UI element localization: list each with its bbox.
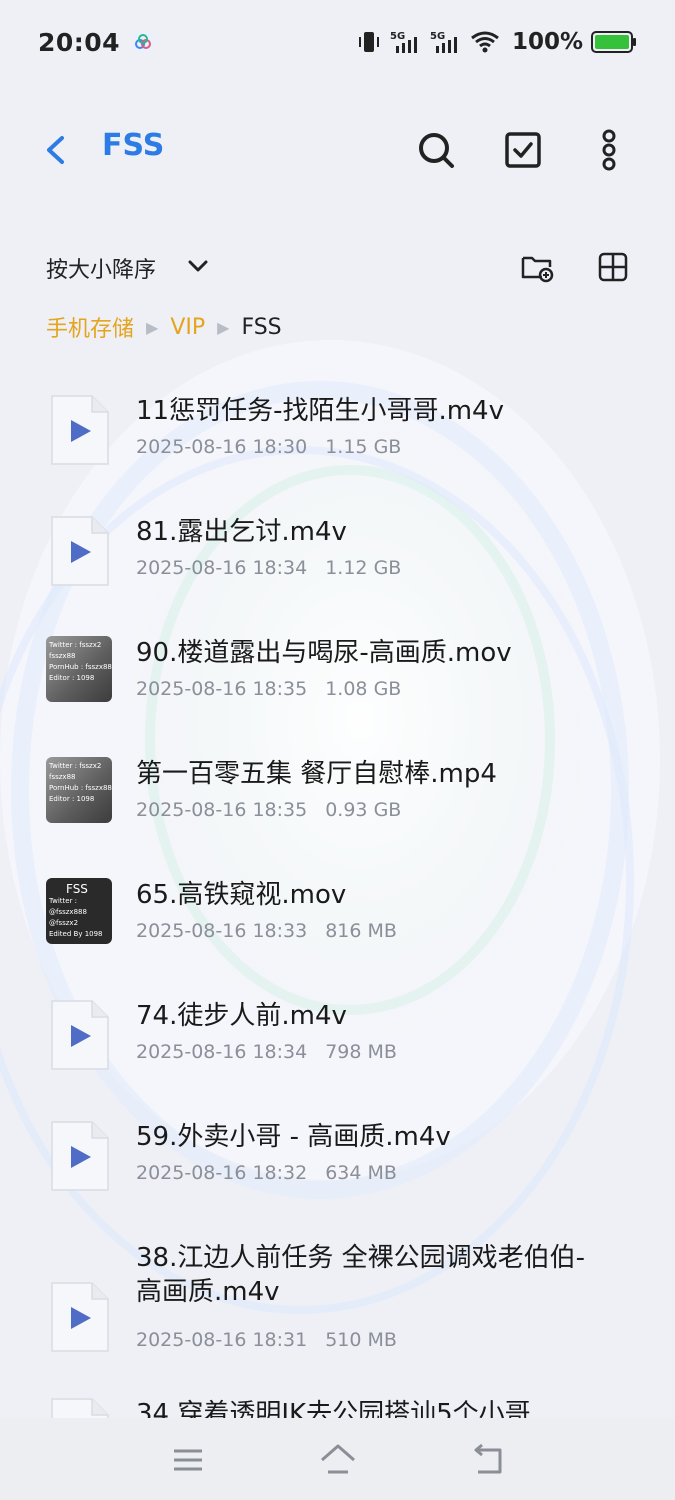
file-item[interactable]: Twitter : fsszx2 fsszx88 PornHub : fsszx88… [0, 733, 675, 854]
file-date: 2025-08-16 18:34 [136, 557, 308, 579]
file-date: 2025-08-16 18:33 [136, 920, 308, 942]
breadcrumb: 手机存储 ▶ VIP ▶ FSS [46, 310, 282, 344]
sort-dropdown[interactable]: 按大小降序 [46, 252, 156, 284]
file-item[interactable]: 74.徒步人前.m4v 2025-08-16 18:34 798 MB [0, 975, 675, 1096]
thumbnail-text: Editor : 1098 [49, 795, 95, 803]
signal-5g-icon-2: 5G [430, 31, 457, 53]
video-thumbnail: FSS Twitter : @fsszx888 @fsszx2 Edited By 10… [46, 878, 112, 944]
video-thumbnail: Twitter : fsszx2 fsszx88 PornHub : fsszx88… [46, 636, 112, 702]
breadcrumb-separator-icon: ▶ [217, 317, 230, 337]
svg-text:5G: 5G [430, 31, 445, 42]
file-date: 2025-08-16 18:31 [136, 1329, 308, 1351]
thumbnail-text: PornHub : fsszx888 [49, 663, 112, 671]
thumbnail-text: @fsszx888 [49, 908, 87, 916]
breadcrumb-item-current: FSS [241, 314, 282, 340]
menu-icon[interactable] [168, 1440, 208, 1480]
sort-row: 按大小降序 [0, 240, 675, 296]
new-folder-icon[interactable] [520, 250, 554, 284]
breadcrumb-item-vip[interactable]: VIP [170, 315, 205, 340]
more-icon[interactable] [587, 128, 631, 172]
thumbnail-text: @fsszx2 [49, 919, 79, 927]
video-file-icon [46, 1281, 112, 1352]
signal-5g-icon: 5G [390, 31, 417, 53]
thumbnail-text: FSS [66, 882, 88, 896]
file-size: 634 MB [325, 1162, 397, 1184]
file-size: 1.12 GB [325, 557, 402, 579]
file-size: 1.15 GB [325, 436, 402, 458]
thumbnail-text: Twitter : fsszx2 [49, 641, 102, 649]
file-name: 81.露出乞讨.m4v [136, 517, 347, 547]
video-thumbnail: Twitter : fsszx2 fsszx88 PornHub : fsszx88… [46, 757, 112, 823]
checkbox-icon[interactable] [501, 128, 545, 172]
thumbnail-text: PornHub : fsszx888 [49, 784, 112, 792]
file-meta: 2025-08-16 18:35 1.08 GB [136, 678, 401, 700]
video-file-icon [46, 999, 112, 1070]
status-bar: 20:04 5G 5G 100% [0, 0, 675, 84]
file-date: 2025-08-16 18:34 [136, 1041, 308, 1063]
thumbnail-text: Twitter : fsszx2 [49, 762, 102, 770]
file-name: 74.徒步人前.m4v [136, 1001, 347, 1031]
file-item[interactable]: 38.江边人前任务 全裸公园调戏老伯伯-高画质.m4v 2025-08-16 18… [0, 1217, 675, 1373]
search-icon[interactable] [414, 128, 458, 172]
chevron-down-icon[interactable] [186, 254, 210, 278]
file-meta: 2025-08-16 18:30 1.15 GB [136, 436, 401, 458]
file-size: 510 MB [325, 1329, 397, 1351]
file-item[interactable]: 59.外卖小哥 - 高画质.m4v 2025-08-16 18:32 634 MB [0, 1096, 675, 1217]
file-date: 2025-08-16 18:32 [136, 1162, 308, 1184]
file-size: 816 MB [325, 920, 397, 942]
file-name: 90.楼道露出与喝尿-高画质.mov [136, 638, 512, 668]
breadcrumb-item-storage[interactable]: 手机存储 [46, 311, 134, 343]
file-size: 0.93 GB [325, 799, 402, 821]
file-meta: 2025-08-16 18:35 0.93 GB [136, 799, 401, 821]
file-meta: 2025-08-16 18:34 798 MB [136, 1041, 397, 1063]
file-name: 38.江边人前任务 全裸公园调戏老伯伯-高画质.m4v [136, 1243, 585, 1307]
file-meta: 2025-08-16 18:34 1.12 GB [136, 557, 401, 579]
file-date: 2025-08-16 18:30 [136, 436, 308, 458]
wifi-icon [471, 31, 499, 53]
thumbnail-text: Editor : 1098 [49, 674, 95, 682]
home-icon[interactable] [318, 1440, 358, 1480]
app-notification-icon [133, 32, 154, 52]
file-item[interactable]: 11惩罚任务-找陌生小哥哥.m4v 2025-08-16 18:30 1.15 GB [0, 370, 675, 491]
title-bar: FSS [0, 110, 675, 190]
file-item[interactable]: 81.露出乞讨.m4v 2025-08-16 18:34 1.12 GB [0, 491, 675, 612]
file-name: 59.外卖小哥 - 高画质.m4v [136, 1122, 451, 1152]
breadcrumb-separator-icon: ▶ [146, 317, 159, 337]
file-name: 11惩罚任务-找陌生小哥哥.m4v [136, 396, 504, 426]
file-meta: 2025-08-16 18:33 816 MB [136, 920, 397, 942]
file-meta: 2025-08-16 18:31 510 MB [136, 1329, 397, 1351]
file-name: 第一百零五集 餐厅自慰棒.mp4 [136, 759, 497, 789]
thumbnail-text: fsszx88 [49, 773, 76, 781]
back-nav-icon[interactable] [468, 1440, 508, 1480]
back-icon[interactable] [38, 132, 74, 168]
file-date: 2025-08-16 18:35 [136, 678, 308, 700]
file-size: 1.08 GB [325, 678, 402, 700]
thumbnail-text: fsszx88 [49, 652, 76, 660]
vibrate-icon [358, 32, 379, 52]
page-title: FSS [102, 128, 165, 163]
video-file-icon [46, 1120, 112, 1191]
video-file-icon [46, 394, 112, 465]
file-size: 798 MB [325, 1041, 397, 1063]
battery-percent: 100% [511, 29, 583, 55]
status-time: 20:04 [38, 27, 121, 57]
grid-view-icon[interactable] [596, 250, 630, 284]
file-date: 2025-08-16 18:35 [136, 799, 308, 821]
svg-text:5G: 5G [390, 31, 405, 42]
file-item[interactable]: FSS Twitter : @fsszx888 @fsszx2 Edited By 10… [0, 854, 675, 975]
file-item[interactable]: Twitter : fsszx2 fsszx88 PornHub : fsszx88… [0, 612, 675, 733]
file-name: 65.高铁窥视.mov [136, 880, 347, 910]
file-meta: 2025-08-16 18:32 634 MB [136, 1162, 397, 1184]
system-nav-bar [0, 1418, 675, 1500]
battery-icon [591, 31, 636, 53]
video-file-icon [46, 515, 112, 586]
thumbnail-text: Twitter : [49, 897, 78, 905]
thumbnail-text: Edited By 1098 [49, 930, 103, 938]
